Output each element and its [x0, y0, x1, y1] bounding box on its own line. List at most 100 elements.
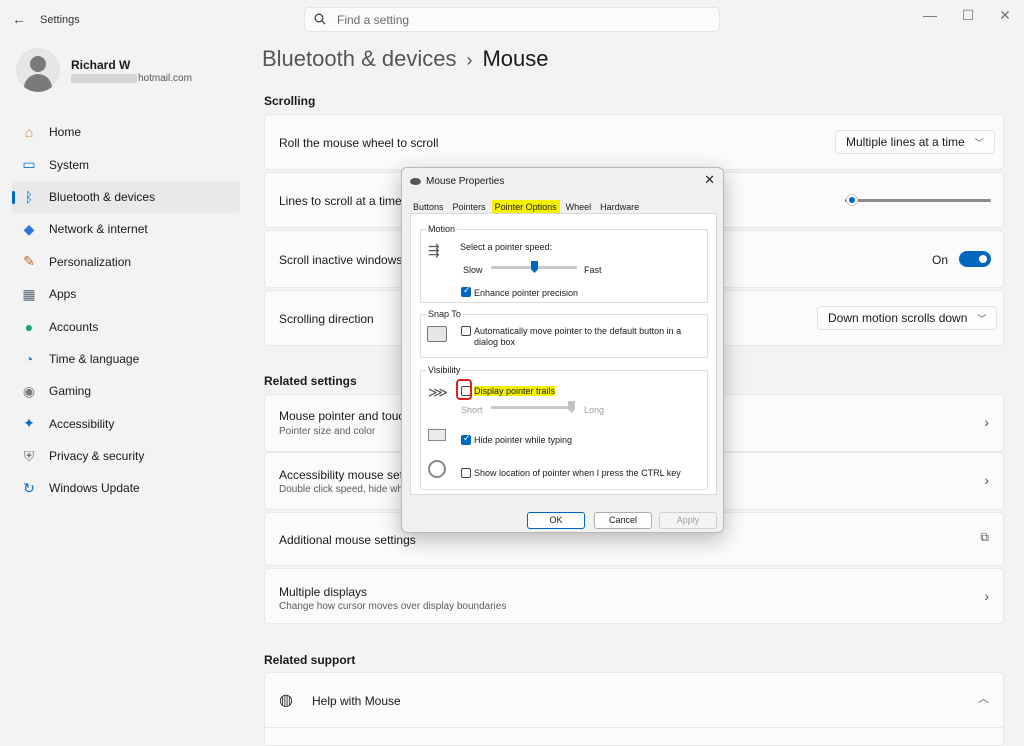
mouse-properties-dialog: Mouse Properties ✕ Buttons Pointers Pointe…: [401, 167, 724, 533]
tab-buttons[interactable]: Buttons: [410, 200, 447, 214]
sidebar-item-network-internet[interactable]: ◆ Network & internet: [12, 213, 240, 245]
user-name: Richard W: [71, 58, 131, 72]
chevron-up-icon[interactable]: ︿: [978, 690, 989, 706]
sidebar-item-accounts[interactable]: ● Accounts: [12, 310, 240, 342]
sidebar-item-bluetooth-devices[interactable]: ᛒ Bluetooth & devices: [12, 180, 240, 214]
email-redacted: [71, 74, 137, 83]
direction-value: Down motion scrolls down: [828, 311, 968, 325]
pointer-trails-icon: ⋙: [428, 384, 448, 400]
lines-label: Lines to scroll at a time: [279, 194, 402, 208]
apply-button[interactable]: Apply: [659, 512, 717, 529]
user-email: hotmail.com: [138, 73, 192, 84]
globe-icon: ◍: [279, 692, 293, 709]
lines-slider-thumb[interactable]: [846, 194, 859, 206]
app-title: Settings: [40, 14, 80, 26]
speed-slow-label: Slow: [463, 265, 483, 275]
chevron-right-icon: ›: [984, 588, 989, 604]
precision-label: Enhance pointer precision: [474, 288, 579, 298]
accessibility-mouse-title: Accessibility mouse settin: [279, 468, 416, 482]
sidebar-item-label: System: [49, 157, 90, 172]
ctrl-locate-label: Show location of pointer when I press th…: [474, 468, 681, 478]
ctrl-locate-checkbox[interactable]: [461, 468, 471, 478]
lines-slider-track[interactable]: [855, 199, 991, 202]
direction-dropdown[interactable]: Down motion scrolls down ﹀: [817, 306, 998, 330]
chevron-down-icon: ﹀: [974, 138, 984, 148]
sidebar-item-home[interactable]: ⌂ Home: [12, 116, 240, 148]
hide-pointer-checkbox[interactable]: [461, 433, 471, 445]
maximize-button[interactable]: ☐: [958, 7, 978, 24]
sidebar-item-system[interactable]: ▭ System: [12, 148, 240, 180]
hide-pointer-icon: [428, 429, 446, 441]
help-mouse-card[interactable]: ◍ Help with Mouse ︿: [264, 672, 1004, 746]
sidebar-item-label: Time & language: [49, 351, 140, 366]
scrolling-heading: Scrolling: [264, 94, 316, 108]
monitor-icon: ▭: [22, 156, 36, 173]
page-title: Mouse: [482, 46, 549, 71]
direction-label: Scrolling direction: [279, 312, 374, 326]
visibility-label: Visibility: [426, 365, 463, 375]
multiple-displays-card[interactable]: Multiple displays Change how cursor move…: [264, 568, 1004, 624]
sidebar-item-label: Apps: [49, 287, 77, 302]
apps-icon: ▦: [22, 285, 36, 302]
search-placeholder[interactable]: Find a setting: [337, 13, 409, 27]
shield-icon: ⛨: [23, 447, 35, 464]
back-arrow-icon[interactable]: ←: [12, 11, 26, 27]
motion-label: Motion: [426, 224, 458, 234]
person-icon: ●: [24, 318, 34, 335]
ctrl-locate-icon: [428, 460, 446, 478]
cancel-button[interactable]: Cancel: [594, 512, 652, 529]
roll-wheel-card: Roll the mouse wheel to scroll Multiple …: [264, 114, 1004, 170]
sidebar-item-accessibility[interactable]: ✦ Accessibility: [12, 408, 240, 440]
tab-pointer-options[interactable]: Pointer Options: [491, 200, 560, 214]
sidebar-item-gaming[interactable]: ◉ Gaming: [12, 375, 240, 407]
sidebar-item-time-language[interactable]: ◔ Time & language: [12, 343, 240, 375]
sidebar-item-personalization[interactable]: ✎ Personalization: [12, 246, 240, 278]
chevron-right-icon: ›: [984, 414, 989, 430]
tab-hardware[interactable]: Hardware: [597, 200, 642, 214]
wifi-icon: ◆: [23, 220, 35, 237]
roll-wheel-dropdown[interactable]: Multiple lines at a time ﹀: [835, 130, 995, 154]
dialog-close-button[interactable]: ✕: [704, 172, 715, 188]
snap-text-2: dialog box: [474, 337, 516, 347]
trails-slider-track[interactable]: [491, 406, 571, 409]
sidebar-item-label: Windows Update: [49, 481, 140, 496]
ok-button[interactable]: OK: [527, 512, 585, 529]
precision-checkbox[interactable]: [461, 285, 471, 297]
dialog-title: Mouse Properties: [426, 176, 505, 187]
snap-text-1: Automatically move pointer to the defaul…: [474, 326, 682, 336]
home-icon: ⌂: [24, 124, 34, 141]
breadcrumb: Bluetooth & devices › Mouse: [262, 46, 549, 72]
globe-clock-icon: ◔: [24, 350, 34, 367]
minimize-button[interactable]: —: [920, 7, 940, 23]
brush-icon: ✎: [23, 253, 35, 270]
avatar[interactable]: [16, 48, 60, 92]
sidebar-item-label: Privacy & security: [49, 449, 145, 464]
snap-label: Snap To: [426, 309, 463, 319]
close-button[interactable]: ✕: [995, 7, 1015, 24]
chevron-down-icon: ﹀: [977, 314, 987, 324]
sidebar-item-windows-update[interactable]: ↻ Windows Update: [12, 472, 240, 504]
breadcrumb-separator: ›: [466, 50, 473, 70]
sidebar-item-label: Gaming: [49, 384, 92, 399]
accessibility-mouse-sub: Double click speed, hide wh: [279, 484, 403, 495]
dialog-tabs: Buttons Pointers Pointer Options Wheel Hardw…: [410, 200, 645, 214]
speed-fast-label: Fast: [584, 265, 602, 275]
sidebar-item-label: Bluetooth & devices: [49, 189, 156, 204]
sidebar-item-privacy-security[interactable]: ⛨ Privacy & security: [12, 440, 240, 472]
sidebar-item-apps[interactable]: ▦ Apps: [12, 278, 240, 310]
snap-checkbox[interactable]: [461, 326, 471, 336]
trails-long-label: Long: [584, 405, 605, 415]
multiple-displays-sub: Change how cursor moves over display bou…: [279, 601, 507, 612]
snap-group: [420, 314, 708, 358]
mouse-pointer-title: Mouse pointer and touch: [279, 409, 412, 423]
trails-short-label: Short: [461, 405, 483, 415]
inactive-scroll-toggle[interactable]: [959, 251, 991, 267]
search-box[interactable]: Find a setting: [304, 7, 720, 32]
divider: [265, 727, 1003, 728]
tab-pointers[interactable]: Pointers: [450, 200, 489, 214]
breadcrumb-parent[interactable]: Bluetooth & devices: [262, 46, 456, 71]
title-bar: ← Settings Find a setting — ☐ ✕: [0, 0, 1024, 40]
sidebar-item-label: Accounts: [49, 319, 99, 334]
update-icon: ↻: [23, 479, 35, 496]
tab-wheel[interactable]: Wheel: [563, 200, 595, 214]
